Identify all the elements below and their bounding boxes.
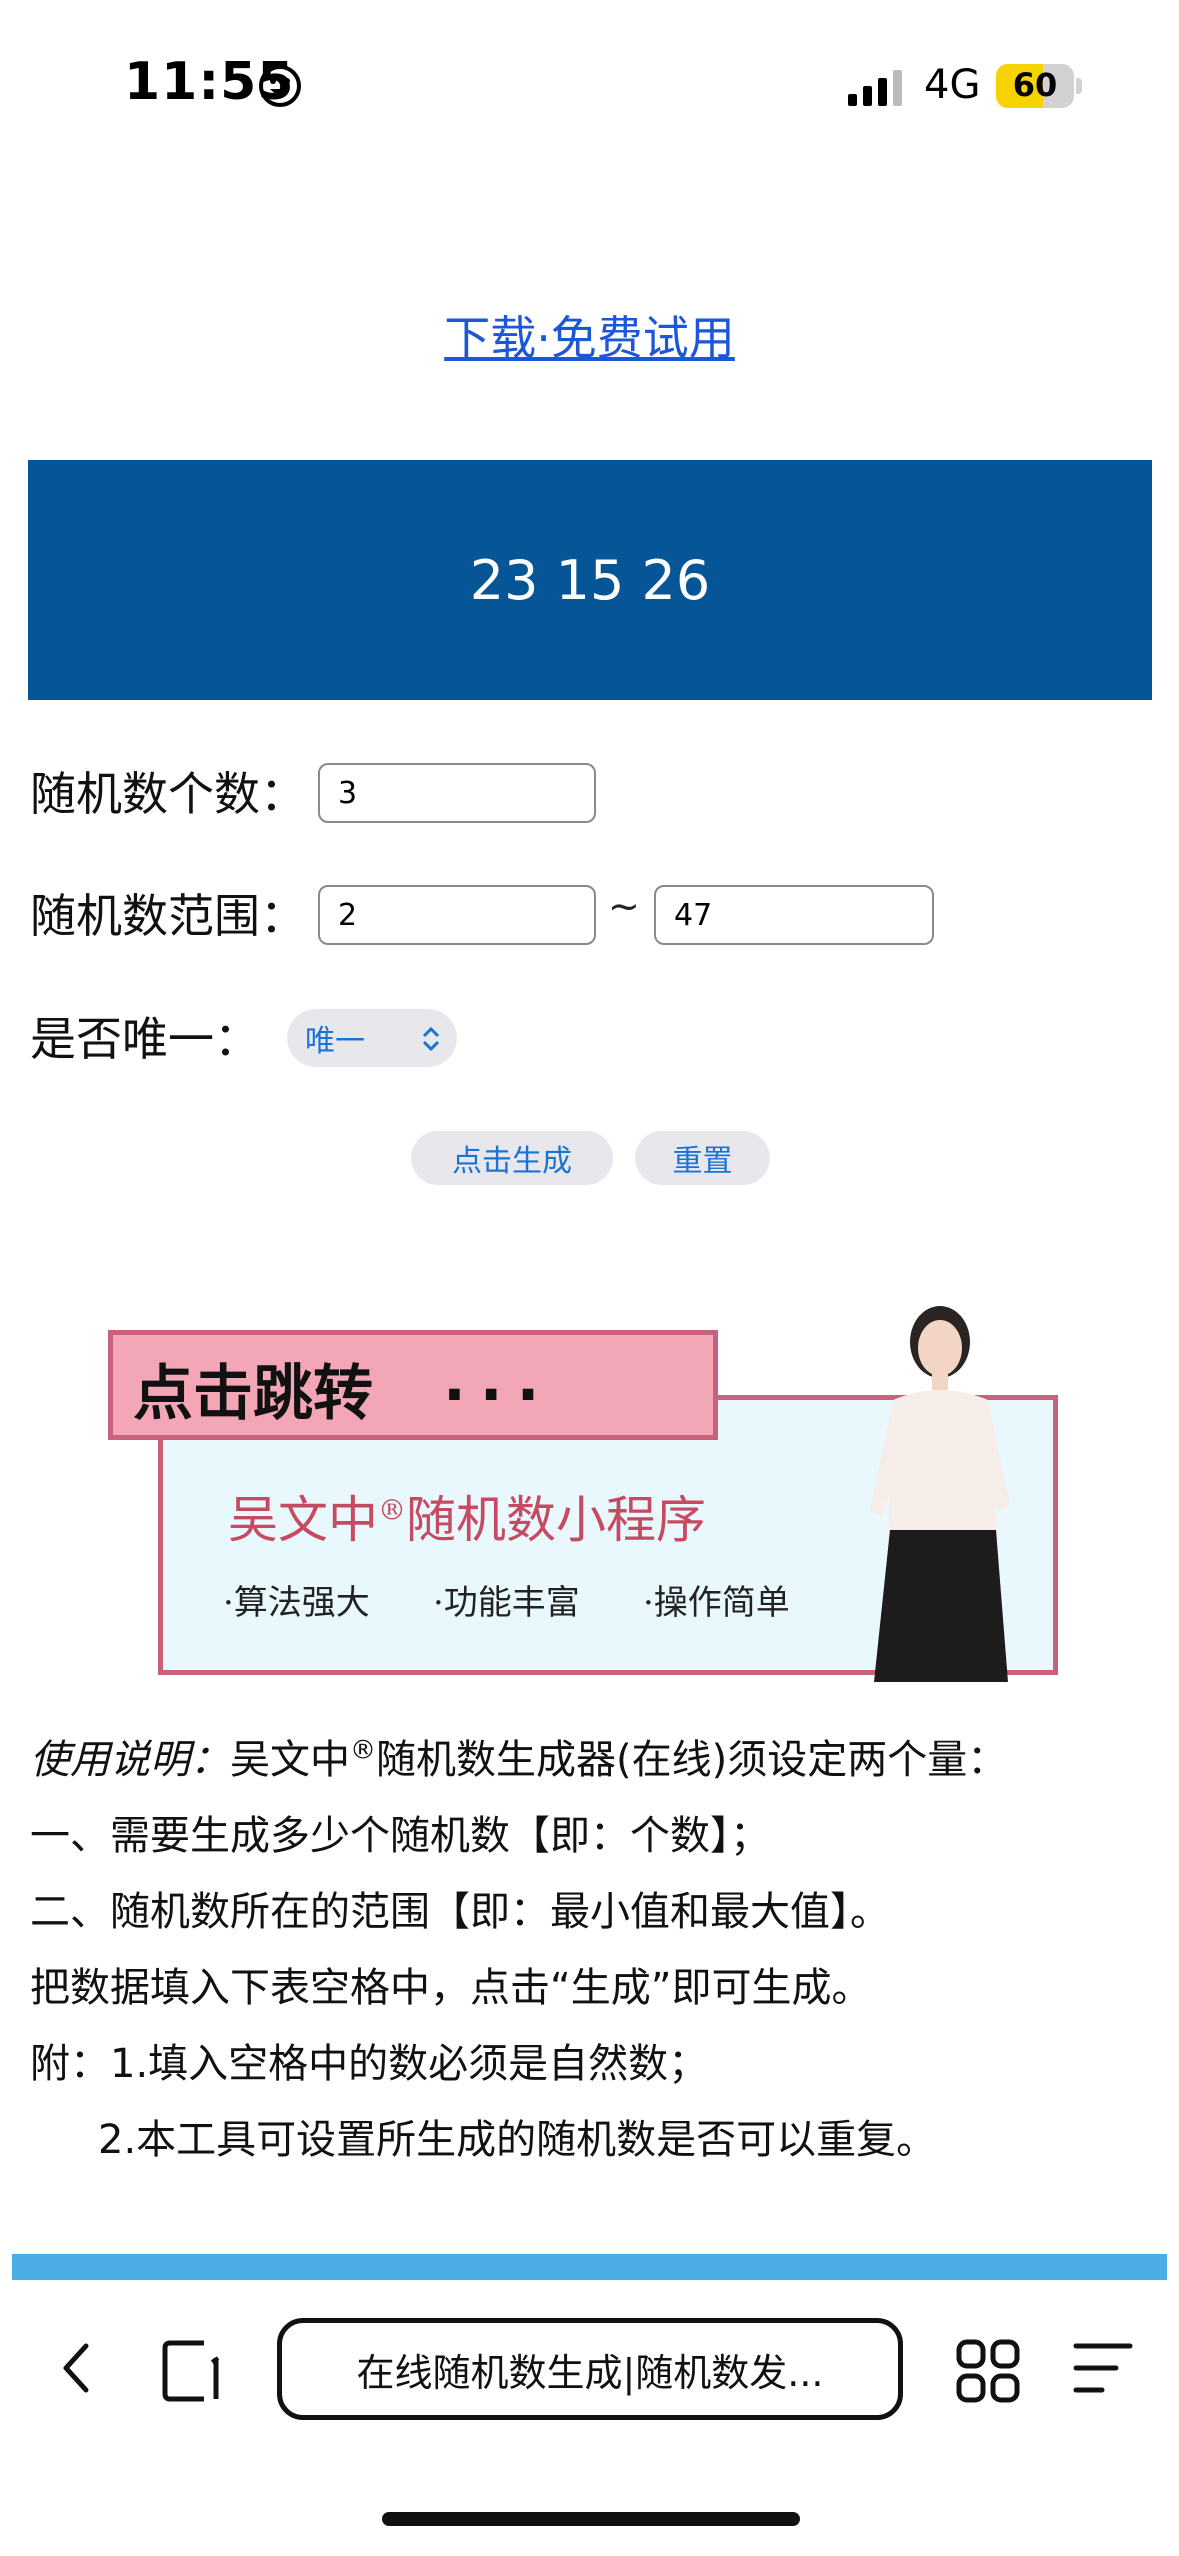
instructions-intro: 使用说明：吴文中®随机数生成器(在线)须设定两个量：: [30, 1735, 1008, 1783]
back-icon[interactable]: [58, 2340, 94, 2396]
grid-icon[interactable]: [955, 2338, 1021, 2404]
instructions-note: 2.本工具可设置所生成的随机数是否可以重复。: [98, 2117, 937, 2163]
count-label: 随机数个数：: [30, 767, 306, 821]
range-separator: ~: [608, 884, 640, 928]
ad-feature: ·操作简单: [643, 1583, 790, 1623]
count-input[interactable]: 3: [318, 763, 596, 823]
smiley-icon: [259, 65, 301, 107]
download-trial-link[interactable]: 下载·免费试用: [0, 302, 1179, 368]
ad-dots: ...: [443, 1345, 554, 1415]
battery-level: 60: [1012, 66, 1058, 104]
ad-feature: ·功能丰富: [433, 1583, 580, 1623]
ad-headline: 点击跳转: [133, 1359, 373, 1429]
tab-icon[interactable]: [160, 2338, 226, 2404]
generate-button[interactable]: 点击生成: [411, 1131, 613, 1185]
footer-bar: [12, 2254, 1167, 2280]
instructions-line: 把数据填入下表空格中，点击“生成”即可生成。: [30, 1965, 872, 2011]
ad-headline-bar: 点击跳转 ...: [108, 1330, 718, 1440]
range-label: 随机数范围：: [30, 889, 306, 943]
unique-select[interactable]: 唯一: [287, 1009, 457, 1067]
instructions-note: 附：1.填入空格中的数必须是自然数；: [30, 2041, 709, 2087]
instructions-line: 一、需要生成多少个随机数【即：个数】；: [30, 1813, 770, 1859]
range-max-input[interactable]: 47: [654, 885, 934, 945]
address-bar[interactable]: 在线随机数生成|随机数发...: [277, 2318, 903, 2420]
battery-icon: 60: [996, 64, 1082, 108]
unique-select-value: 唯一: [305, 1024, 365, 1059]
home-indicator: [382, 2512, 800, 2526]
menu-icon[interactable]: [1072, 2340, 1134, 2396]
network-type: 4G: [924, 62, 981, 108]
signal-icon: [848, 70, 902, 106]
presenter-photo: [870, 1306, 1010, 1682]
ad-feature: ·算法强大: [223, 1583, 370, 1623]
unique-label: 是否唯一：: [30, 1012, 260, 1066]
ad-title: 吴文中®随机数小程序: [228, 1491, 706, 1549]
mini-program-ad-banner[interactable]: 点击跳转 ... 吴文中®随机数小程序 ·算法强大 ·功能丰富 ·操作简单: [108, 1290, 1068, 1682]
result-display: 23 15 26: [28, 460, 1152, 700]
range-min-input[interactable]: 2: [318, 885, 596, 945]
reset-button[interactable]: 重置: [635, 1131, 770, 1185]
instructions-line: 二、随机数所在的范围【即：最小值和最大值】。: [30, 1889, 890, 1935]
chevron-updown-icon: [422, 1026, 440, 1052]
